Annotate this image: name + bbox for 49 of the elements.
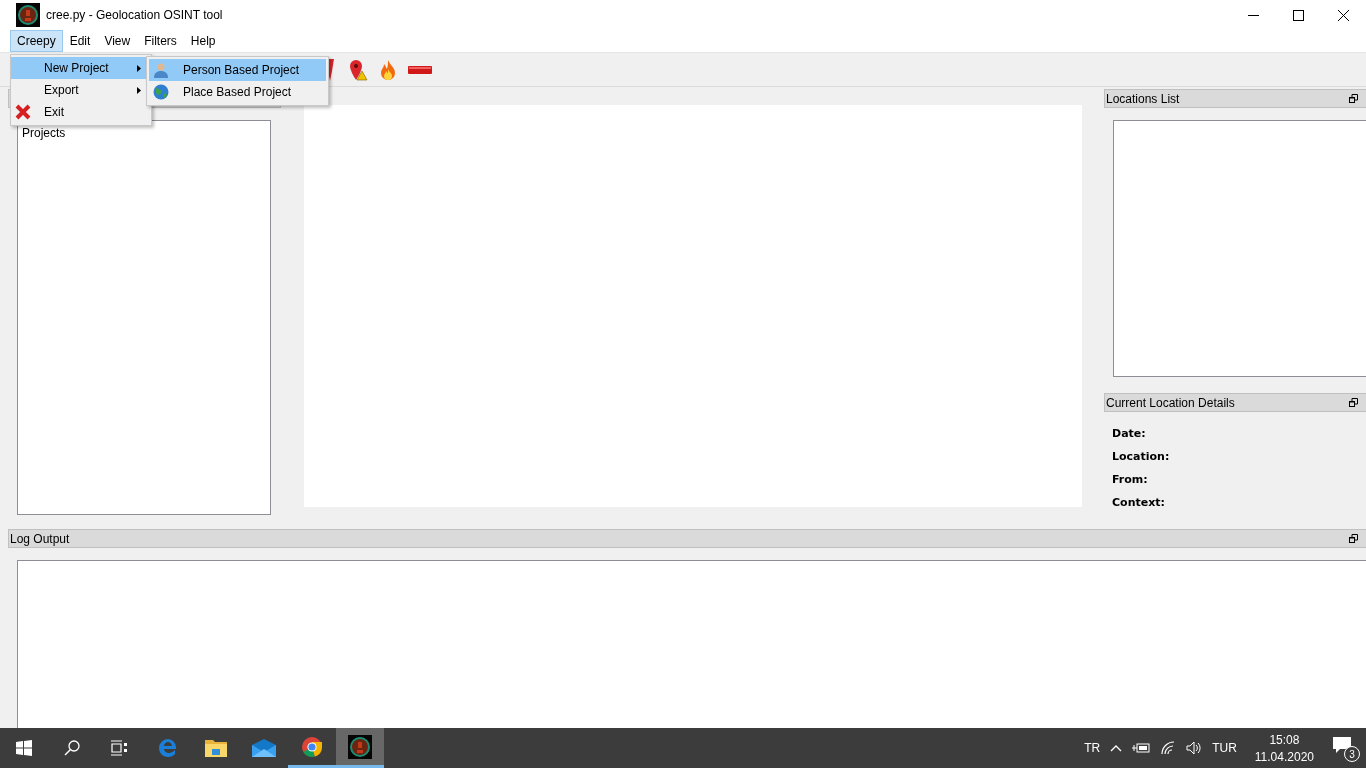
input-indicator[interactable]: TR xyxy=(1084,741,1101,755)
language-indicator[interactable]: TUR xyxy=(1212,741,1237,755)
dock-title: Locations List xyxy=(1106,91,1181,106)
menu-item[interactable]: Filters xyxy=(137,30,184,52)
window-title: cree.py - Geolocation OSINT tool xyxy=(46,8,223,22)
person-icon xyxy=(153,62,169,78)
battery-icon[interactable] xyxy=(1132,742,1151,754)
submenu-arrow-icon xyxy=(137,86,141,94)
clock-date[interactable]: 11.04.2020 xyxy=(1254,749,1314,764)
close-icon xyxy=(15,104,31,120)
maximize-icon[interactable] xyxy=(1293,9,1304,21)
dock-title: Log Output xyxy=(10,531,71,546)
chrome-icon xyxy=(301,735,323,758)
clock-time[interactable]: 15:08 xyxy=(1269,732,1300,747)
menu-item[interactable]: Help xyxy=(183,30,223,52)
folder-icon xyxy=(204,738,228,758)
submenu-arrow-icon xyxy=(137,64,141,72)
taskbar-app[interactable] xyxy=(336,728,384,768)
app-logo-icon xyxy=(16,3,40,27)
mail-icon xyxy=(252,739,276,757)
task-view-icon[interactable] xyxy=(111,740,129,756)
flame-icon[interactable] xyxy=(380,58,396,81)
detail-label: Location: xyxy=(1112,450,1171,463)
menu-item[interactable]: Edit xyxy=(62,30,98,52)
pin-warning-icon[interactable] xyxy=(348,58,368,81)
remove-icon[interactable] xyxy=(408,65,432,74)
app-logo-icon xyxy=(348,734,372,759)
close-icon[interactable] xyxy=(1338,9,1349,21)
menu-item[interactable]: Exit xyxy=(11,101,151,123)
menu-item[interactable]: Place Based Project xyxy=(149,81,326,103)
windows-start-icon[interactable] xyxy=(16,740,32,756)
tree-item[interactable]: Projects xyxy=(22,126,266,140)
search-icon[interactable] xyxy=(64,740,80,756)
notification-badge: 3 xyxy=(1344,746,1360,762)
menu-item[interactable]: Person Based Project xyxy=(149,59,326,81)
detail-label: Date: xyxy=(1112,427,1147,440)
edge-icon xyxy=(157,737,179,759)
wifi-icon[interactable] xyxy=(1160,741,1177,755)
restore-icon[interactable] xyxy=(1349,94,1358,103)
detail-label: Context: xyxy=(1112,496,1166,509)
globe-icon xyxy=(153,84,169,100)
menu-item[interactable]: View xyxy=(97,30,138,52)
speaker-icon[interactable] xyxy=(1186,741,1203,755)
detail-label: From: xyxy=(1112,473,1149,486)
dock-title: Current Location Details xyxy=(1106,395,1236,410)
chevron-up-icon[interactable] xyxy=(1110,744,1123,752)
restore-icon[interactable] xyxy=(1349,398,1358,407)
restore-icon[interactable] xyxy=(1349,534,1358,543)
menu-item[interactable]: Creepy xyxy=(10,30,63,52)
